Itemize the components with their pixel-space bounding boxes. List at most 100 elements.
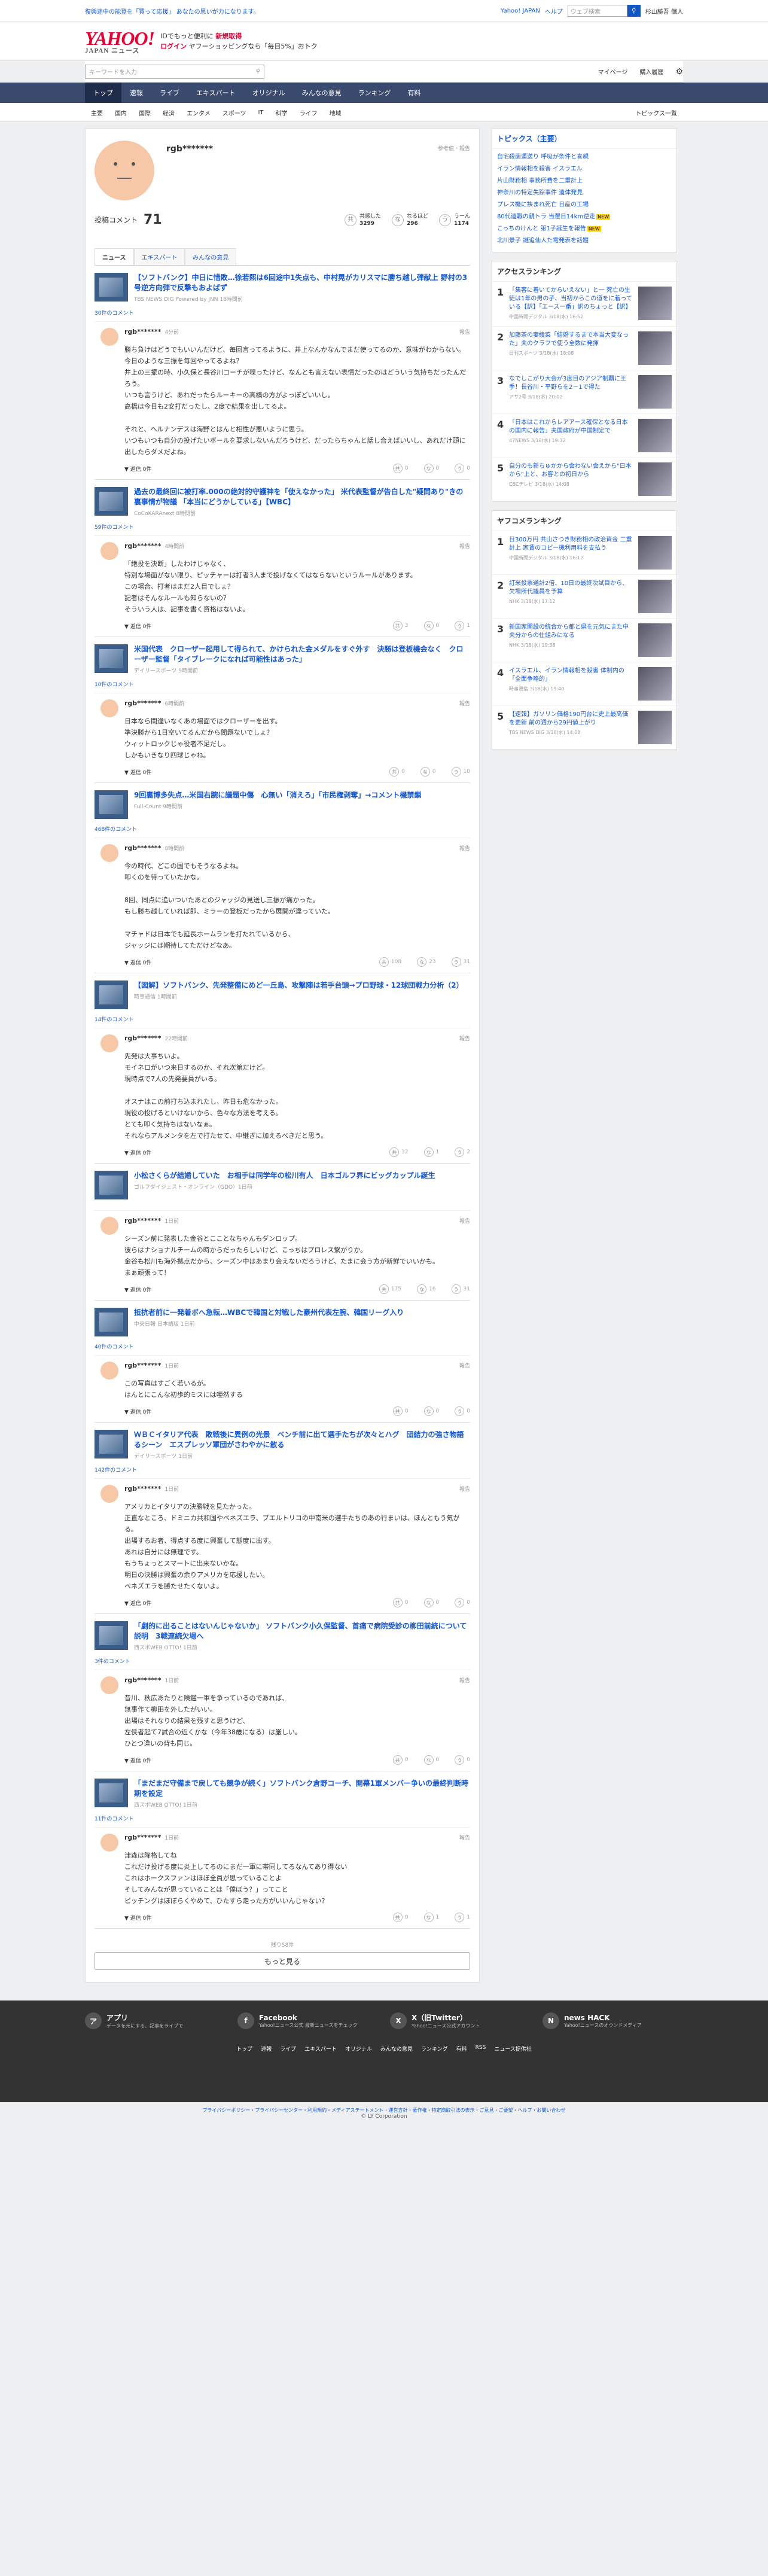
ranking-thumbnail[interactable]	[638, 667, 672, 701]
ranking-thumbnail[interactable]	[638, 623, 672, 657]
login-link[interactable]: ログイン	[160, 42, 187, 50]
footer-link[interactable]: ランキング	[421, 2045, 448, 2053]
search-button[interactable]: ⚲	[627, 5, 641, 17]
article-link[interactable]: 抵抗者前に一発着ボへ急転…WBCで韓国と対戦した豪州代表左腕、韓国リーグ入り 中央…	[95, 1301, 470, 1340]
empathy-button[interactable]: 共0	[389, 767, 405, 777]
footer-link[interactable]: エキスパート	[304, 2045, 337, 2053]
cnav-world[interactable]: 国際	[133, 108, 157, 117]
article-title[interactable]: 小松さくらが結婚していた お相手は同学年の松川有人 日本ゴルフ界にビッグカップル…	[134, 1171, 435, 1181]
ranking-thumbnail[interactable]	[638, 711, 672, 744]
ranking-item[interactable]: 3 新国家開設の統合から都と県を元気にまた中央分からの仕組みになる NHK 3/18…	[492, 619, 676, 662]
empathy-button[interactable]: 共 32	[389, 1147, 409, 1157]
comment-count-link[interactable]: 59件のコメント	[95, 520, 470, 536]
footer-promo[interactable]: アアプリ データを元にする、記事をライブで	[85, 2012, 225, 2029]
ranking-item[interactable]: 2 加藤茶の妻綾菜「結婚するまで本当大変なった」夫のクラフで使う全数に発揮 日刊スポ…	[492, 327, 676, 370]
cnav-main[interactable]: 主要	[85, 108, 109, 117]
topic-item[interactable]: 自宅殺菌運送り 呼吸が条件と喜親	[492, 151, 676, 163]
footer-link[interactable]: ライブ	[280, 2045, 296, 2053]
yahoo-news-logo[interactable]: YAHOO! JAPAN ニュース	[85, 29, 155, 54]
ranking-title[interactable]: イスラエル、イラン情報相を殺害 体制内の「全面争略的」	[509, 667, 633, 684]
insight-button[interactable]: な1	[423, 1147, 439, 1157]
article-thumbnail[interactable]	[95, 790, 128, 819]
gnav-paid[interactable]: 有料	[399, 83, 429, 103]
reply-button[interactable]: ▼ 返信 0件	[124, 768, 151, 776]
cnav-science[interactable]: 科学	[270, 108, 294, 117]
gnav-opinions[interactable]: みんなの意見	[294, 83, 350, 103]
ranking-thumbnail[interactable]	[638, 462, 672, 496]
empathy-button[interactable]: 共0	[392, 1755, 409, 1765]
footer-promo[interactable]: Nnews HACK Yahoo!ニュースのオウンドメディア	[543, 2012, 683, 2029]
cnav-it[interactable]: IT	[252, 109, 270, 116]
comment-count-link[interactable]: 10件のコメント	[95, 678, 470, 693]
topic-link[interactable]: イラン情報相を殺害 イスラエル	[497, 166, 583, 172]
comment-count-link[interactable]	[95, 1203, 470, 1211]
cnav-local[interactable]: 地域	[324, 108, 348, 117]
ranking-title[interactable]: 自分のも新ちゅかから会わない会えから"日本から"上と、お客との初日から	[509, 462, 633, 479]
tab-opinions[interactable]: みんなの意見	[185, 248, 237, 265]
tab-expert[interactable]: エキスパート	[133, 248, 185, 265]
cnav-entertainment[interactable]: エンタメ	[181, 108, 217, 117]
hmm-button[interactable]: う0	[455, 464, 470, 473]
insight-button[interactable]: な0	[423, 1406, 439, 1416]
ranking-item[interactable]: 3 なでしこがり大会が3度目のアジア制覇に王手！長谷川・平野らを2－1で得た アサ2…	[492, 370, 676, 414]
yahoo-japan-link[interactable]: Yahoo! JAPAN	[501, 8, 540, 14]
article-thumbnail[interactable]	[95, 1308, 128, 1336]
ranking-item[interactable]: 2 訂米投票通計2倍、10日の最終次試目から、欠場所代議員を予算 NHK 3/18(…	[492, 575, 676, 619]
article-title[interactable]: 【図解】ソフトバンク、先発整備にめど一丘島、攻撃陣は若手台頭→プロ野球・12球団…	[134, 981, 464, 991]
article-thumbnail[interactable]	[95, 1621, 128, 1650]
ranking-thumbnail[interactable]	[638, 536, 672, 570]
empathy-button[interactable]: 共 108	[379, 957, 401, 967]
comment-count-link[interactable]: 3件のコメント	[95, 1655, 470, 1670]
ranking-title[interactable]: 日300万円 共山さつき財務相の政治資金 二重計上 家賃のコピー機利用料を支払う	[509, 536, 633, 553]
footer-link[interactable]: 速報	[261, 2045, 272, 2053]
article-title[interactable]: 抵抗者前に一発着ボへ急転…WBCで韓国と対戦した豪州代表左腕、韓国リーグ入り	[134, 1308, 404, 1318]
reply-button[interactable]: ▼ 返信 0件	[124, 1408, 151, 1415]
gnav-ranking[interactable]: ランキング	[350, 83, 400, 103]
comment-count-link[interactable]: 142件のコメント	[95, 1463, 470, 1479]
tab-news[interactable]: ニュース	[95, 248, 134, 265]
insight-button[interactable]: な0	[423, 464, 439, 473]
article-title[interactable]: 9回裏博多失点…米国右腕に議題中傷 心無い「消えろ」「市民権剥奪」→コメント機禁…	[134, 790, 421, 800]
topic-item[interactable]: 神奈川の特定失踪事件 遺体発見	[492, 187, 676, 199]
topic-link[interactable]: 片山財務相 事務所費を二重計上	[497, 178, 583, 184]
ranking-thumbnail[interactable]	[638, 331, 672, 365]
reply-button[interactable]: ▼ 返信 0件	[124, 1149, 151, 1156]
article-link[interactable]: 【図解】ソフトバンク、先発整備にめど一丘島、攻撃陣は若手台頭→プロ野球・12球団…	[95, 973, 470, 1013]
topic-link[interactable]: こっちのけんと 第1子誕生を報告	[497, 226, 586, 232]
reply-button[interactable]: ▼ 返信 0件	[124, 465, 151, 473]
article-link[interactable]: 9回裏博多失点…米国右腕に議題中傷 心無い「消えろ」「市民権剥奪」→コメント機禁…	[95, 783, 470, 823]
reply-button[interactable]: ▼ 返信 0件	[124, 1914, 151, 1922]
footer-link[interactable]: 有料	[456, 2045, 467, 2053]
article-thumbnail[interactable]	[95, 981, 128, 1009]
footer-link[interactable]: トップ	[236, 2045, 252, 2053]
ranking-thumbnail[interactable]	[638, 375, 672, 409]
ranking-thumbnail[interactable]	[638, 580, 672, 613]
hmm-button[interactable]: う 31	[451, 957, 470, 967]
topics-list-link[interactable]: トピックス一覧	[629, 108, 683, 117]
ranking-item[interactable]: 4 イスラエル、イラン情報相を殺害 体制内の「全面争略的」 時事通信 3/18(水)…	[492, 662, 676, 706]
article-thumbnail[interactable]	[95, 273, 128, 302]
article-link[interactable]: 【ソフトバンク】中日に惜敗…徐若熙は6回途中1失点も、中村晃がカリスマに勝ち越し…	[95, 266, 470, 306]
purchase-history-link[interactable]: 購入履歴	[639, 67, 663, 76]
topic-link[interactable]: 自宅殺菌運送り 呼吸が条件と喜親	[497, 154, 589, 160]
empathy-button[interactable]: 共 175	[379, 1284, 401, 1294]
gnav-breaking[interactable]: 速報	[121, 83, 151, 103]
report-link[interactable]: 参考値・報告	[438, 144, 470, 152]
footer-link[interactable]: みんなの意見	[380, 2045, 413, 2053]
comment-count-link[interactable]: 30件のコメント	[95, 306, 470, 322]
topics-heading[interactable]: トピックス（主要）	[492, 129, 676, 149]
cnav-economy[interactable]: 経済	[157, 108, 181, 117]
topic-link[interactable]: 80代遺職の親トラ 当選日14km逆走	[497, 214, 595, 220]
gnav-top[interactable]: トップ	[85, 83, 121, 103]
insight-button[interactable]: な0	[423, 1598, 439, 1607]
footer-link[interactable]: RSS	[476, 2045, 486, 2053]
promo-banner-link[interactable]: 復興途中の能登を「買って応援」 あなたの思いが力になります。	[85, 7, 260, 16]
report-link[interactable]: 報告	[459, 1834, 470, 1841]
load-more-button[interactable]: もっと見る	[95, 1952, 470, 1970]
ranking-title[interactable]: 【速報】ガソリン価格190円台に史上最高価を更新 前の週から29円値上がり	[509, 711, 633, 727]
empathy-button[interactable]: 共3	[392, 621, 409, 631]
empathy-button[interactable]: 共0	[392, 1406, 409, 1416]
cnav-life[interactable]: ライフ	[294, 108, 324, 117]
article-thumbnail[interactable]	[95, 487, 128, 516]
cnav-domestic[interactable]: 国内	[109, 108, 133, 117]
